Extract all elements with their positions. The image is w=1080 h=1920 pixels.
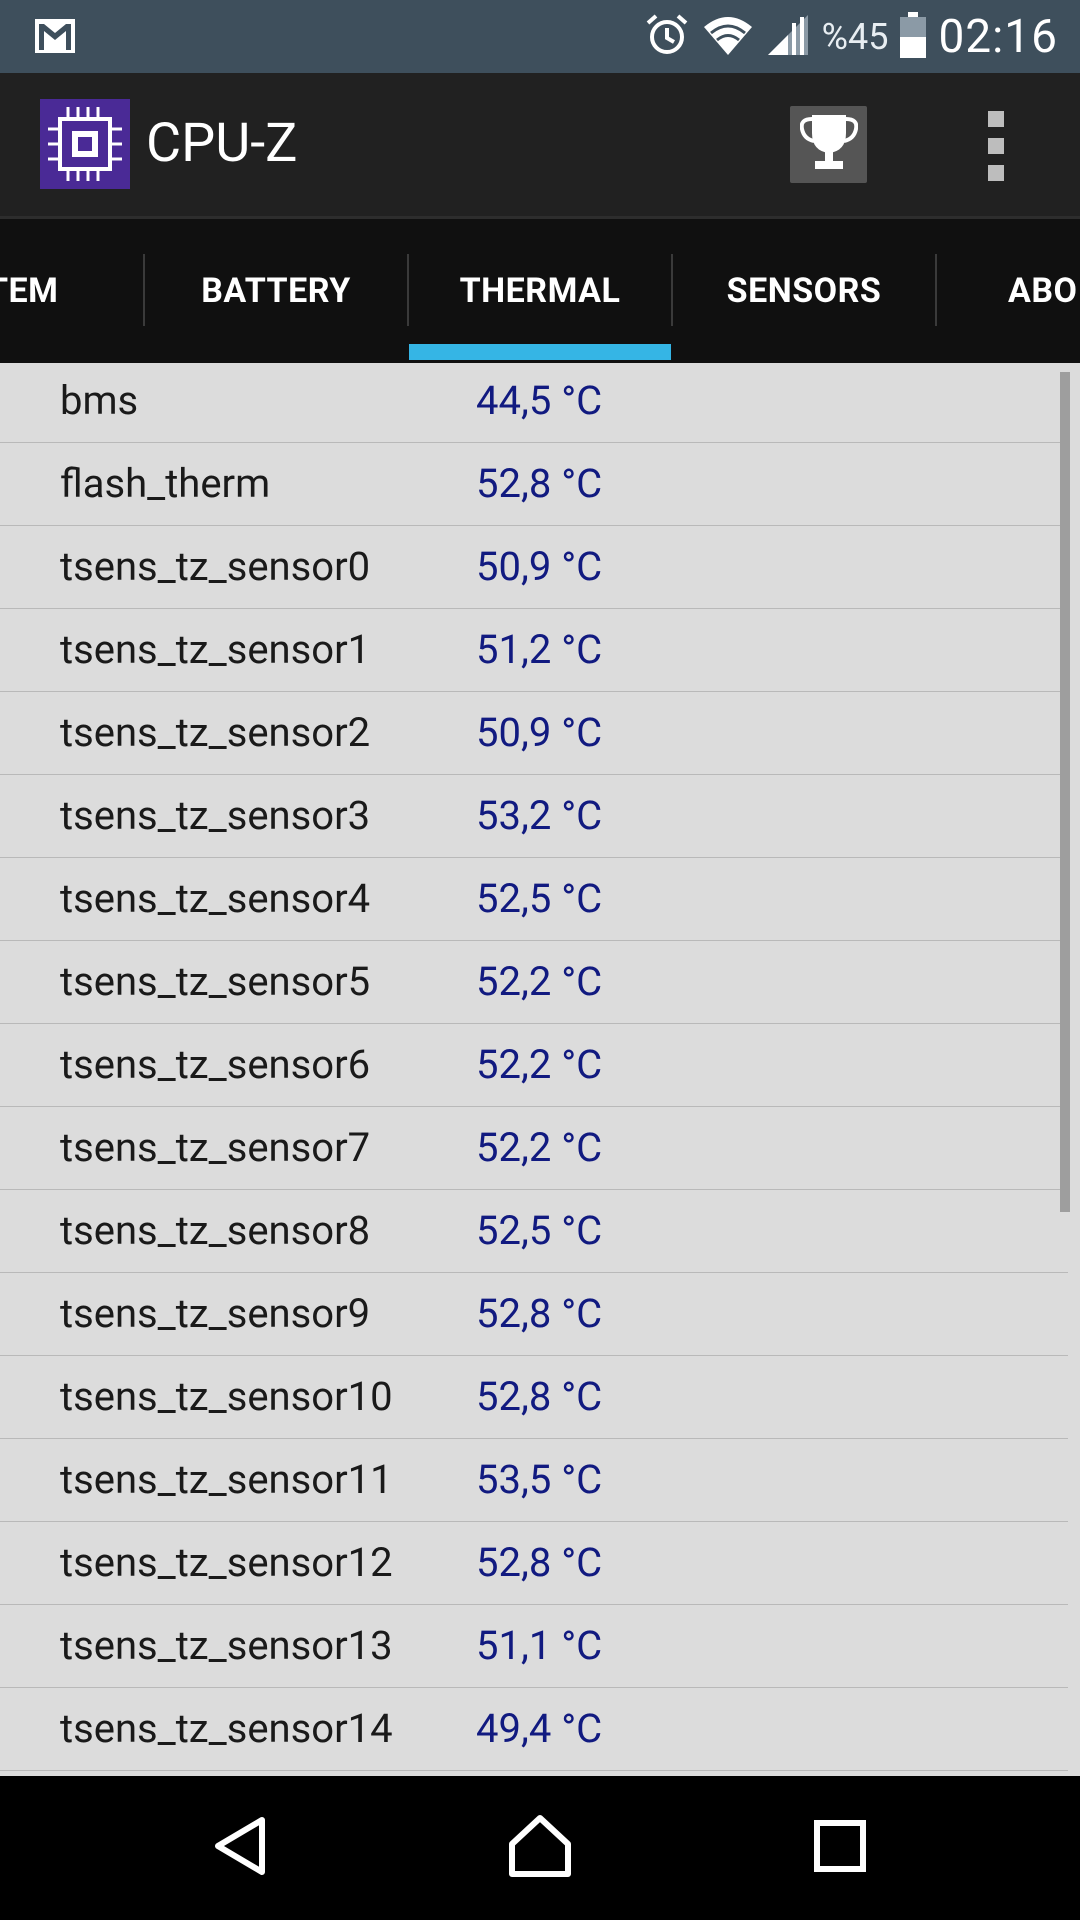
sensor-name: tsens_tz_sensor8 (60, 1207, 371, 1254)
back-button[interactable] (180, 1776, 300, 1920)
sensor-value: 52,8 °C (476, 1290, 603, 1337)
overflow-menu-icon[interactable] (975, 111, 1017, 181)
cpu-app-icon (40, 99, 130, 189)
list-item: tsens_tz_sensor8 52,5 °C (0, 1190, 1068, 1273)
sensor-value: 50,9 °C (476, 543, 603, 590)
list-item: flash_therm 52,8 °C (0, 443, 1068, 526)
nav-bar (0, 1776, 1080, 1920)
sensor-name: tsens_tz_sensor1 (60, 626, 371, 673)
home-icon (508, 1814, 572, 1882)
list-item: tsens_tz_sensor3 53,2 °C (0, 775, 1068, 858)
sensor-name: tsens_tz_sensor12 (60, 1539, 393, 1586)
sensor-name: tsens_tz_sensor14 (60, 1705, 393, 1752)
status-time: 02:16 (938, 9, 1058, 64)
list-item: tsens_tz_sensor4 52,5 °C (0, 858, 1068, 941)
sensor-value: 51,2 °C (476, 626, 603, 673)
sensor-value: 53,2 °C (476, 792, 603, 839)
sensor-value: 52,8 °C (476, 460, 603, 507)
list-item: tsens_tz_sensor5 52,2 °C (0, 941, 1068, 1024)
list-item: tsens_tz_sensor7 52,2 °C (0, 1107, 1068, 1190)
sensor-name: tsens_tz_sensor13 (60, 1622, 393, 1669)
tab-selected-indicator (409, 344, 671, 360)
back-icon (210, 1814, 270, 1882)
sensor-value: 51,1 °C (476, 1622, 603, 1669)
sensor-name: bms (60, 377, 139, 424)
sensor-name: tsens_tz_sensor10 (60, 1373, 393, 1420)
sensor-value: 44,5 °C (476, 377, 603, 424)
battery-percent: %45 (821, 15, 889, 58)
sensor-name: tsens_tz_sensor2 (60, 709, 371, 756)
sensor-value: 52,5 °C (476, 1207, 603, 1254)
sensor-value: 52,5 °C (476, 875, 603, 922)
list-item: tsens_tz_sensor13 51,1 °C (0, 1605, 1068, 1688)
sensor-value: 52,2 °C (476, 1041, 603, 1088)
sensor-value: 52,8 °C (476, 1373, 603, 1420)
gmail-icon (34, 18, 76, 58)
sensor-value: 52,8 °C (476, 1539, 603, 1586)
sensor-name: tsens_tz_sensor5 (60, 958, 371, 1005)
recents-icon (814, 1820, 866, 1876)
sensor-name: tsens_tz_sensor9 (60, 1290, 371, 1337)
trophy-button[interactable] (790, 106, 867, 183)
list-item: tsens_tz_sensor10 52,8 °C (0, 1356, 1068, 1439)
list-item: tsens_tz_sensor0 50,9 °C (0, 526, 1068, 609)
sensor-name: tsens_tz_sensor6 (60, 1041, 371, 1088)
signal-icon (766, 13, 810, 61)
tab-about[interactable]: ABO (936, 219, 1080, 363)
list-item: tsens_tz_sensor11 53,5 °C (0, 1439, 1068, 1522)
sensor-value: 53,5 °C (476, 1456, 603, 1503)
status-bar: %45 02:16 (0, 0, 1080, 73)
home-button[interactable] (480, 1776, 600, 1920)
thermal-list[interactable]: bms 44,5 °C flash_therm 52,8 °C tsens_tz… (0, 360, 1068, 1773)
list-item: tsens_tz_sensor14 49,4 °C (0, 1688, 1068, 1771)
sensor-name: tsens_tz_sensor7 (60, 1124, 371, 1171)
sensor-name: tsens_tz_sensor0 (60, 543, 371, 590)
sensor-value: 52,2 °C (476, 958, 603, 1005)
app-title: CPU-Z (146, 112, 298, 175)
list-item: tsens_tz_sensor1 51,2 °C (0, 609, 1068, 692)
trophy-icon (799, 113, 858, 177)
tab-battery[interactable]: BATTERY (144, 219, 408, 363)
sensor-name: tsens_tz_sensor3 (60, 792, 371, 839)
alarm-icon (644, 12, 690, 62)
recents-button[interactable] (780, 1776, 900, 1920)
list-item: tsens_tz_sensor12 52,8 °C (0, 1522, 1068, 1605)
sensor-name: flash_therm (60, 460, 271, 507)
tab-thermal[interactable]: THERMAL (408, 219, 672, 363)
sensor-name: tsens_tz_sensor4 (60, 875, 371, 922)
tab-strip: STEM BATTERY THERMAL SENSORS ABO (0, 216, 1080, 363)
sensor-value: 50,9 °C (476, 709, 603, 756)
tab-sensors[interactable]: SENSORS (672, 219, 936, 363)
sensor-name: tsens_tz_sensor11 (60, 1456, 393, 1503)
tab-system[interactable]: STEM (0, 219, 144, 363)
list-item: tsens_tz_sensor6 52,2 °C (0, 1024, 1068, 1107)
list-item: tsens_tz_sensor2 50,9 °C (0, 692, 1068, 775)
battery-icon (900, 11, 927, 62)
sensor-value: 49,4 °C (476, 1705, 603, 1752)
action-bar: CPU-Z (0, 73, 1080, 216)
list-item: tsens_tz_sensor9 52,8 °C (0, 1273, 1068, 1356)
list-item: bms 44,5 °C (0, 360, 1068, 443)
sensor-value: 52,2 °C (476, 1124, 603, 1171)
scrollbar[interactable] (1060, 372, 1070, 1212)
wifi-icon (702, 13, 754, 61)
